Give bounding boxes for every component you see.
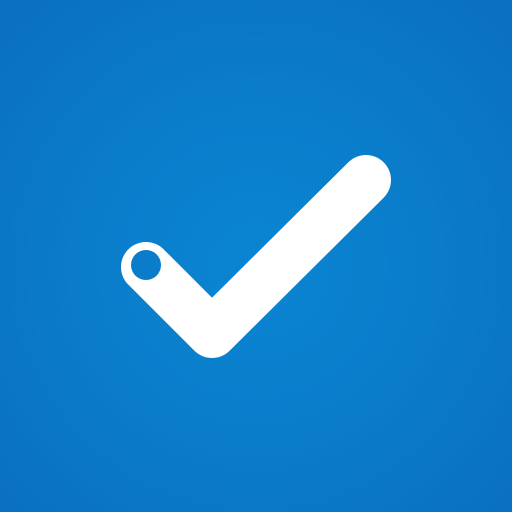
- checkmark-tip-hole: [131, 250, 161, 280]
- checkmark-icon: [121, 155, 391, 358]
- app-icon: [0, 0, 512, 512]
- checkmark-stroke: [121, 155, 391, 358]
